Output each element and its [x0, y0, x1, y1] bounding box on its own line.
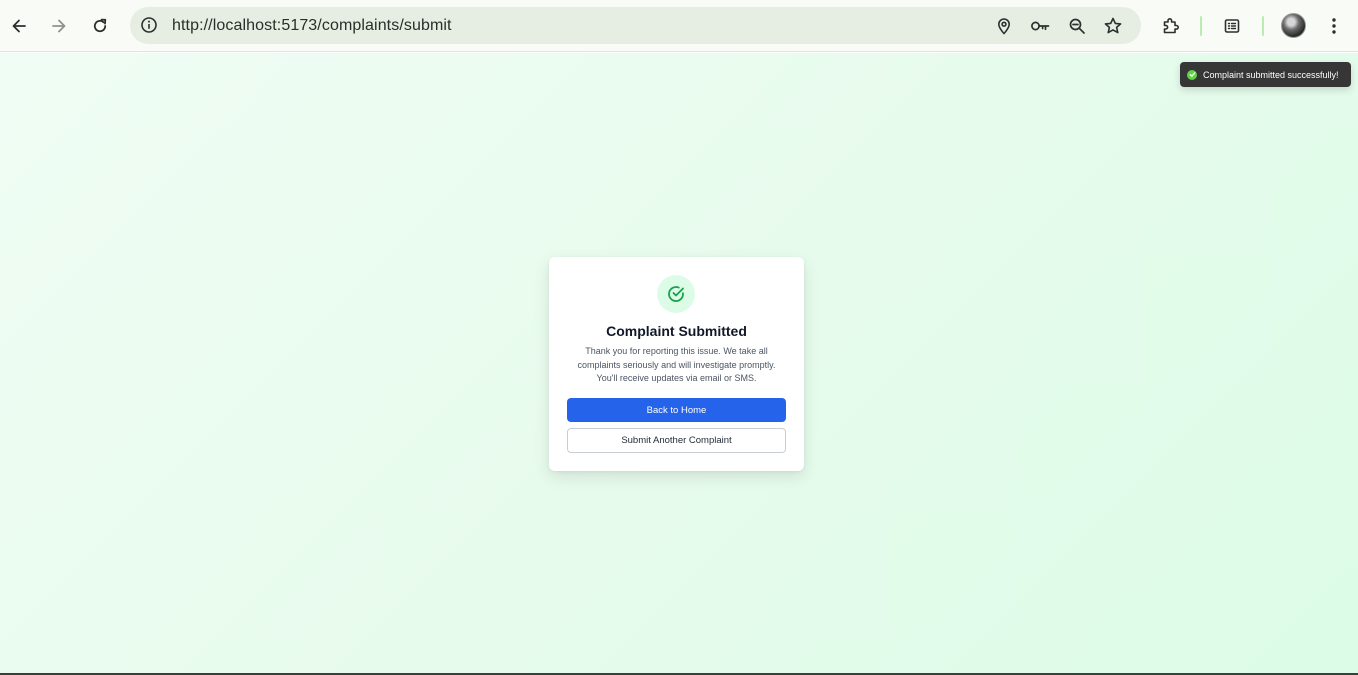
extensions-button[interactable] — [1154, 9, 1188, 43]
passwords-button[interactable] — [1027, 13, 1053, 39]
toolbar-separator — [1200, 16, 1202, 36]
check-icon — [1187, 69, 1197, 80]
card-title: Complaint Submitted — [606, 323, 747, 339]
reading-list-button[interactable] — [1215, 9, 1249, 43]
check-icon — [668, 286, 684, 302]
browser-toolbar: http://localhost:5173/complaints/submit — [0, 0, 1358, 52]
star-icon — [1104, 17, 1122, 34]
url-text[interactable]: http://localhost:5173/complaints/submit — [172, 7, 452, 44]
bookmark-button[interactable] — [1100, 13, 1126, 39]
back-button[interactable] — [2, 9, 36, 43]
forward-button[interactable] — [42, 9, 76, 43]
location-pin-icon — [997, 18, 1011, 35]
reload-button[interactable] — [83, 9, 117, 43]
success-toast: Complaint submitted successfully! — [1180, 62, 1351, 87]
address-bar[interactable]: http://localhost:5173/complaints/submit — [130, 7, 1141, 44]
arrow-left-icon — [12, 19, 26, 33]
card-message: Thank you for reporting this issue. We t… — [577, 346, 776, 383]
location-button[interactable] — [991, 13, 1017, 39]
success-card: Complaint Submitted Thank you for report… — [549, 257, 804, 471]
kebab-menu-icon — [1332, 18, 1336, 34]
reload-icon — [93, 18, 107, 33]
puzzle-icon — [1163, 18, 1179, 34]
submit-another-complaint-button[interactable]: Submit Another Complaint — [567, 428, 786, 453]
back-to-home-button[interactable]: Back to Home — [567, 398, 786, 422]
zoom-button[interactable] — [1064, 13, 1090, 39]
menu-button[interactable] — [1317, 9, 1351, 43]
key-icon — [1031, 21, 1050, 31]
site-info-button[interactable] — [136, 12, 162, 38]
check-circle-icon — [657, 275, 695, 313]
reading-list-icon — [1224, 19, 1240, 33]
avatar[interactable] — [1281, 13, 1306, 38]
zoom-out-icon — [1069, 18, 1085, 34]
arrow-right-icon — [52, 19, 66, 33]
toast-message: Complaint submitted successfully! — [1203, 69, 1339, 80]
info-icon — [141, 17, 157, 33]
page-background: Complaint Submitted Thank you for report… — [0, 53, 1358, 673]
toolbar-separator — [1262, 16, 1264, 36]
